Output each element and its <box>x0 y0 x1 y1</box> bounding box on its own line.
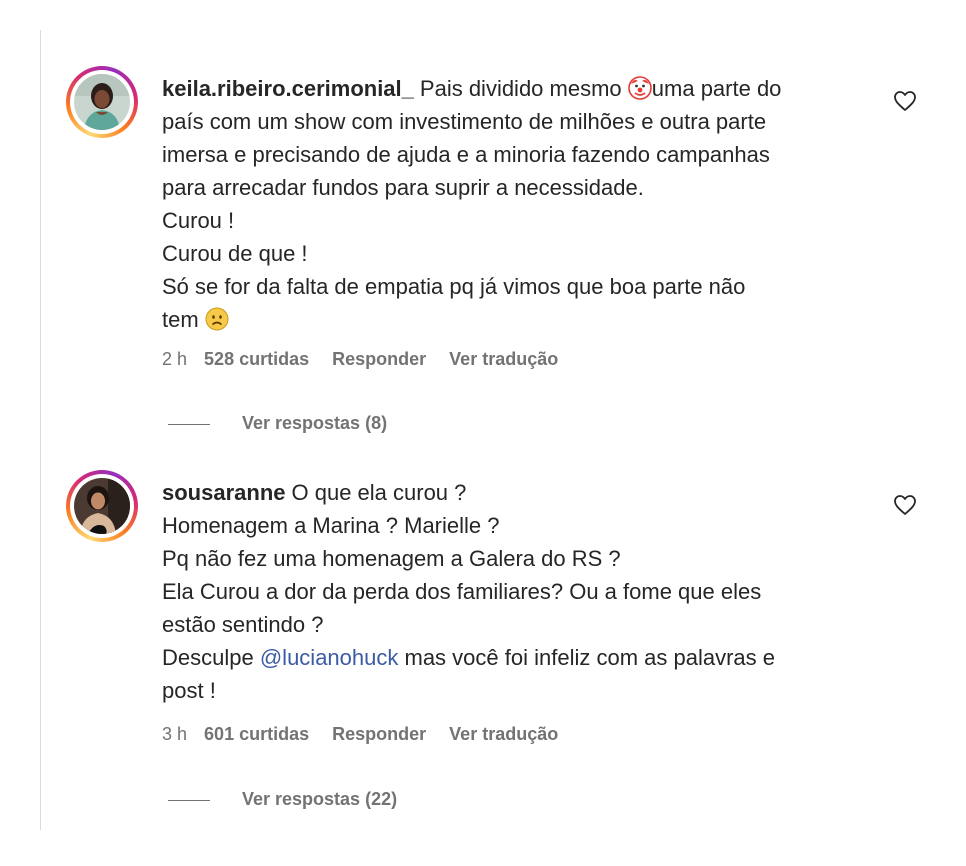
comment-text-line: Pais dividido mesmo <box>419 76 622 101</box>
left-divider <box>40 30 41 830</box>
comment-text-line: tem <box>162 307 199 332</box>
comment-text-line: O que ela curou ? <box>291 480 467 505</box>
comment-time[interactable]: 3 h <box>162 724 187 744</box>
avatar[interactable] <box>74 74 130 130</box>
comment-time[interactable]: 2 h <box>162 349 187 369</box>
comment-text-line: Pq não fez uma homenagem a Galera do RS … <box>162 546 621 571</box>
like-heart-icon[interactable] <box>893 494 917 516</box>
comment-text-line: uma parte do <box>651 76 782 101</box>
comment-meta: 3 h 601 curtidas Responder Ver tradução <box>162 724 576 745</box>
comment-text-line: país com um show com investimento de mil… <box>162 109 767 134</box>
comment-text: keila.ribeiro.cerimonial_ Pais dividido m… <box>162 72 882 336</box>
avatar-frame <box>70 474 134 538</box>
view-replies-button[interactable]: Ver respostas (8) <box>168 413 387 434</box>
comment-text-line: Desculpe <box>162 645 254 670</box>
avatar[interactable] <box>74 478 130 534</box>
avatar-image <box>74 74 130 130</box>
comment-text-line: Curou de que ! <box>162 241 308 266</box>
reply-button[interactable]: Responder <box>332 349 426 369</box>
comment-text-line: Ela Curou a dor da perda dos familiares?… <box>162 579 762 604</box>
likes-count[interactable]: 601 curtidas <box>204 724 309 744</box>
view-replies-label[interactable]: Ver respostas (8) <box>242 413 387 433</box>
story-ring[interactable] <box>66 470 138 542</box>
comment-text-line: mas você foi infeliz com as palavras e <box>404 645 776 670</box>
translate-button[interactable]: Ver tradução <box>449 349 558 369</box>
replies-dash <box>168 799 210 801</box>
mention-link[interactable]: @lucianohuck <box>260 645 399 670</box>
comment-text-line: estão sentindo ? <box>162 612 324 637</box>
comment-text-line: para arrecadar fundos para suprir a nece… <box>162 175 644 200</box>
sad-face-icon <box>205 307 229 331</box>
like-heart-icon[interactable] <box>893 90 917 112</box>
view-replies-button[interactable]: Ver respostas (22) <box>168 789 397 810</box>
story-ring[interactable] <box>66 66 138 138</box>
replies-dash <box>168 423 210 425</box>
comment-text-line: Só se for da falta de empatia pq já vimo… <box>162 274 746 299</box>
clown-face-icon <box>627 76 652 100</box>
view-replies-label[interactable]: Ver respostas (22) <box>242 789 397 809</box>
comment-username[interactable]: sousaranne <box>162 480 286 505</box>
translate-button[interactable]: Ver tradução <box>449 724 558 744</box>
comment-text-line: Curou ! <box>162 208 235 233</box>
comment-meta: 2 h 528 curtidas Responder Ver tradução <box>162 349 576 370</box>
comment-username[interactable]: keila.ribeiro.cerimonial_ <box>162 76 414 101</box>
reply-button[interactable]: Responder <box>332 724 426 744</box>
comment-text-line: imersa e precisando de ajuda e a minoria… <box>162 142 770 167</box>
comment-text: sousaranne O que ela curou ? Homenagem a … <box>162 476 882 707</box>
likes-count[interactable]: 528 curtidas <box>204 349 309 369</box>
avatar-frame <box>70 70 134 134</box>
comment-text-line: post ! <box>162 678 216 703</box>
comment-text-line: Homenagem a Marina ? Marielle ? <box>162 513 500 538</box>
avatar-image <box>74 478 130 534</box>
